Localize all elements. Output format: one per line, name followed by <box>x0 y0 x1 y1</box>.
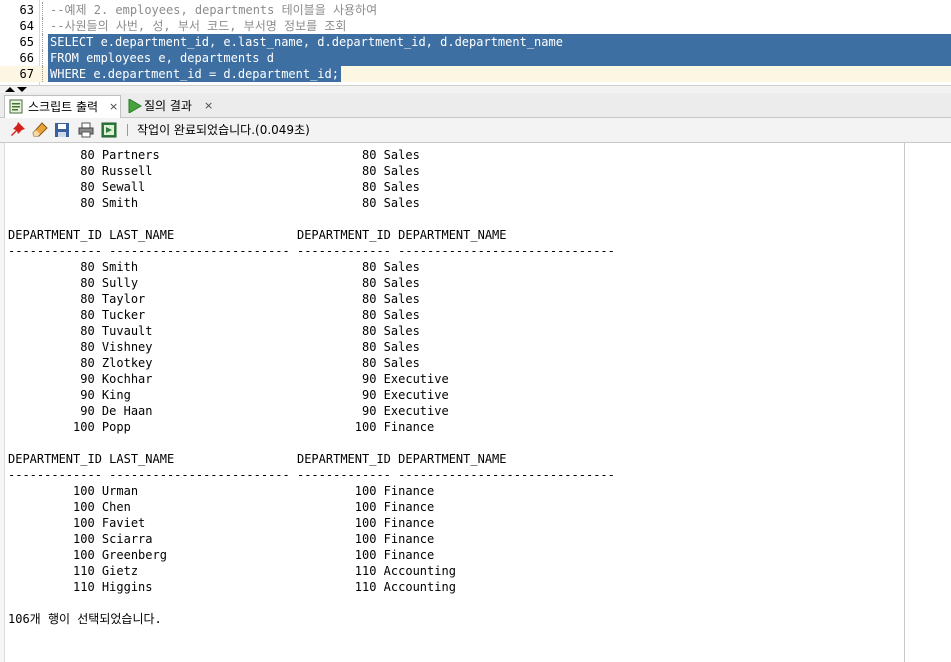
output-text[interactable]: 80 Partners 80 Sales 80 Russell 80 Sales… <box>8 147 615 627</box>
export-icon[interactable] <box>101 122 117 138</box>
line-number: 67 <box>19 67 34 81</box>
code-comment[interactable]: --예제 2. employees, departments 테이블을 사용하여 <box>50 2 377 18</box>
line-number: 63 <box>19 3 34 17</box>
print-icon[interactable] <box>78 122 94 138</box>
output-line: 90 King 90 Executive <box>8 388 449 402</box>
close-tab-icon[interactable]: × <box>109 96 118 118</box>
selected-code[interactable]: SELECT e.department_id, e.last_name, d.d… <box>48 34 951 50</box>
selected-code[interactable]: WHERE e.department_id = d.department_id; <box>48 66 341 82</box>
save-icon[interactable] <box>54 122 70 138</box>
line-number: 65 <box>19 35 34 49</box>
fold-guide <box>42 18 43 34</box>
output-line: 80 Smith 80 Sales <box>8 260 420 274</box>
output-line: 100 Greenberg 100 Finance <box>8 548 435 562</box>
fold-guide <box>42 2 43 18</box>
editor-line-current[interactable]: 67 WHERE e.department_id = d.department_… <box>0 66 951 82</box>
editor-line[interactable]: 66 FROM employees e, departments d <box>0 50 951 66</box>
tab-label: 스크립트 출력 <box>28 100 99 114</box>
tab-label: 질의 결과 <box>144 99 192 113</box>
output-line: 80 Tuvault 80 Sales <box>8 324 420 338</box>
script-output-icon <box>9 99 23 114</box>
output-line: ------------- ------------------------- … <box>8 468 615 482</box>
tab-query-result[interactable]: 질의 결과 × <box>126 95 221 117</box>
fold-guide <box>42 50 43 66</box>
output-toolbar: 작업이 완료되었습니다.(0.049초) <box>0 118 951 143</box>
eraser-icon[interactable] <box>32 122 48 138</box>
splitter-arrows-icon[interactable] <box>5 86 29 93</box>
output-line: 100 Popp 100 Finance <box>8 420 435 434</box>
fold-guide <box>42 66 43 82</box>
close-tab-icon[interactable]: × <box>204 95 213 117</box>
output-line: 80 Sully 80 Sales <box>8 276 420 290</box>
output-line: 100 Urman 100 Finance <box>8 484 435 498</box>
output-line: 100 Sciarra 100 Finance <box>8 532 435 546</box>
selected-code[interactable]: FROM employees e, departments d <box>48 50 951 66</box>
code-comment[interactable]: --사원들의 사번, 성, 부서 코드, 부서명 정보를 조회 <box>50 18 346 34</box>
output-line: 100 Faviet 100 Finance <box>8 516 435 530</box>
output-line: 90 De Haan 90 Executive <box>8 404 449 418</box>
result-tabbar: 스크립트 출력 × 질의 결과 × <box>0 93 951 118</box>
output-line: 80 Partners 80 Sales <box>8 148 420 162</box>
output-line: DEPARTMENT_ID LAST_NAME DEPARTMENT_ID DE… <box>8 228 507 242</box>
output-line: 90 Kochhar 90 Executive <box>8 372 449 386</box>
output-line: 100 Chen 100 Finance <box>8 500 435 514</box>
output-line: 80 Vishney 80 Sales <box>8 340 420 354</box>
output-line: 80 Taylor 80 Sales <box>8 292 420 306</box>
output-right-pane <box>904 143 951 662</box>
line-number: 66 <box>19 51 34 65</box>
output-line: 80 Tucker 80 Sales <box>8 308 420 322</box>
output-line: DEPARTMENT_ID LAST_NAME DEPARTMENT_ID DE… <box>8 452 507 466</box>
script-output-panel[interactable]: 80 Partners 80 Sales 80 Russell 80 Sales… <box>0 143 951 662</box>
pin-icon[interactable] <box>10 122 26 138</box>
output-line: 110 Gietz 110 Accounting <box>8 564 456 578</box>
output-line: 106개 행이 선택되었습니다. <box>8 612 162 626</box>
line-number: 64 <box>19 19 34 33</box>
toolbar-separator <box>127 124 128 136</box>
editor-line[interactable]: 65 SELECT e.department_id, e.last_name, … <box>0 34 951 50</box>
output-line: 80 Smith 80 Sales <box>8 196 420 210</box>
run-triangle-icon <box>128 99 142 113</box>
status-message: 작업이 완료되었습니다.(0.049초) <box>137 123 310 137</box>
tab-script-output[interactable]: 스크립트 출력 × <box>4 95 121 118</box>
output-left-edge <box>0 143 5 662</box>
output-line: 80 Zlotkey 80 Sales <box>8 356 420 370</box>
fold-guide <box>42 34 43 50</box>
output-line: ------------- ------------------------- … <box>8 244 615 258</box>
editor-line[interactable]: 64 --사원들의 사번, 성, 부서 코드, 부서명 정보를 조회 <box>0 18 951 34</box>
editor-line[interactable]: 63 --예제 2. employees, departments 테이블을 사… <box>0 2 951 18</box>
sql-editor[interactable]: 63 --예제 2. employees, departments 테이블을 사… <box>0 0 951 85</box>
output-line: 80 Russell 80 Sales <box>8 164 420 178</box>
output-line: 80 Sewall 80 Sales <box>8 180 420 194</box>
output-line: 110 Higgins 110 Accounting <box>8 580 456 594</box>
